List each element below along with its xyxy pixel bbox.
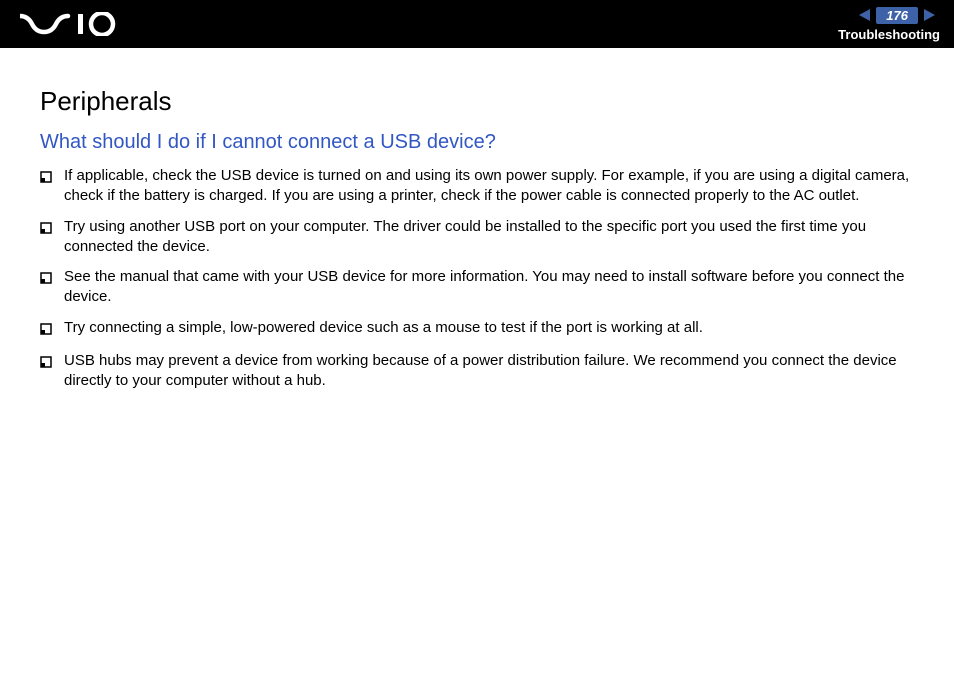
header-right: 176 Troubleshooting [838,7,940,42]
list-item: USB hubs may prevent a device from worki… [40,351,914,392]
page-number: 176 [876,7,918,24]
checkbox-bullet-icon [40,321,52,341]
list-item: If applicable, check the USB device is t… [40,166,914,207]
header-bar: 176 Troubleshooting [0,0,954,48]
checkbox-bullet-icon [40,220,52,240]
page-title: Peripherals [40,86,914,117]
section-label: Troubleshooting [838,27,940,42]
bullet-text: See the manual that came with your USB d… [64,267,914,308]
bullet-text: If applicable, check the USB device is t… [64,166,914,207]
question-heading: What should I do if I cannot connect a U… [40,131,914,154]
checkbox-bullet-icon [40,270,52,290]
bullet-text: USB hubs may prevent a device from worki… [64,351,914,392]
list-item: See the manual that came with your USB d… [40,267,914,308]
bullet-text: Try connecting a simple, low-powered dev… [64,318,914,338]
list-item: Try connecting a simple, low-powered dev… [40,318,914,341]
triangle-right-icon [922,8,936,22]
checkbox-bullet-icon [40,354,52,374]
list-item: Try using another USB port on your compu… [40,217,914,258]
page-nav: 176 [858,7,936,24]
checkbox-bullet-icon [40,169,52,189]
bullet-list: If applicable, check the USB device is t… [40,166,914,391]
nav-prev-button[interactable] [858,8,872,22]
vaio-logo [20,0,130,48]
page-content: Peripherals What should I do if I cannot… [0,48,954,421]
vaio-logo-icon [20,12,130,36]
triangle-left-icon [858,8,872,22]
bullet-text: Try using another USB port on your compu… [64,217,914,258]
nav-next-button[interactable] [922,8,936,22]
